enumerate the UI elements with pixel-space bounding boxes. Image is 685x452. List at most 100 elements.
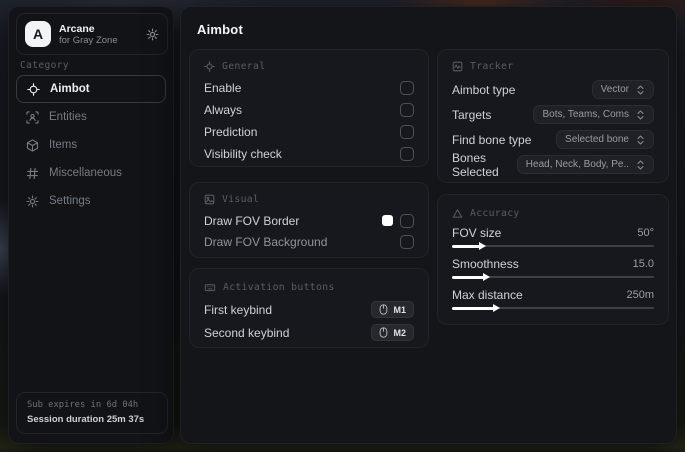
targets-dropdown[interactable]: Bots, Teams, Coms bbox=[533, 105, 654, 124]
setting-label: Second keybind bbox=[204, 325, 290, 340]
crosshair-icon bbox=[204, 60, 215, 72]
mouse-icon bbox=[379, 327, 388, 338]
sidebar-item-label: Settings bbox=[49, 195, 91, 207]
app-logo: A bbox=[25, 21, 51, 47]
sub-expires-text: Sub expires in 6d 04h bbox=[27, 400, 139, 410]
sidebar: A Arcane for Gray Zone Category Aimbot E… bbox=[8, 6, 174, 444]
section-title: General bbox=[222, 60, 266, 72]
draw-fov-border-checkbox[interactable] bbox=[400, 213, 414, 228]
sidebar-item-miscellaneous[interactable]: Miscellaneous bbox=[16, 159, 166, 187]
setting-label: Always bbox=[204, 103, 243, 117]
setting-label: Smoothness bbox=[452, 256, 519, 271]
setting-label: Aimbot type bbox=[452, 82, 516, 97]
section-title: Visual bbox=[222, 193, 260, 205]
setting-row: FOV size 50° bbox=[452, 224, 654, 252]
section-title: Tracker bbox=[470, 60, 514, 72]
app-header: A Arcane for Gray Zone bbox=[16, 13, 168, 55]
always-checkbox[interactable] bbox=[400, 103, 414, 117]
visibility-check-checkbox[interactable] bbox=[400, 147, 414, 161]
sidebar-item-items[interactable]: Items bbox=[16, 131, 166, 159]
dropdown-value: Selected bone bbox=[565, 134, 629, 145]
prediction-checkbox[interactable] bbox=[400, 125, 414, 139]
sidebar-item-aimbot[interactable]: Aimbot bbox=[16, 75, 166, 103]
cube-icon bbox=[26, 138, 39, 152]
accuracy-section: Accuracy FOV size 50° Smoothness 15.0 Ma… bbox=[437, 194, 669, 325]
smoothness-slider[interactable] bbox=[452, 272, 654, 283]
unfold-icon bbox=[636, 85, 645, 95]
setting-label: Targets bbox=[452, 107, 492, 122]
max-distance-slider[interactable] bbox=[452, 303, 654, 314]
slider-thumb[interactable] bbox=[452, 304, 501, 312]
setting-row: Second keybind M2 bbox=[204, 321, 414, 344]
sidebar-item-settings[interactable]: Settings bbox=[16, 187, 166, 215]
sidebar-item-label: Items bbox=[49, 139, 78, 151]
app-subtitle: for Gray Zone bbox=[59, 34, 118, 46]
keyboard-icon bbox=[204, 282, 216, 293]
keybind-value: M2 bbox=[393, 327, 406, 338]
setting-row: Draw FOV Background bbox=[204, 231, 414, 252]
setting-row: Draw FOV Border bbox=[204, 210, 414, 231]
setting-row: Visibility check bbox=[204, 143, 414, 165]
category-label: Category bbox=[20, 60, 69, 71]
slider-thumb[interactable] bbox=[452, 242, 487, 250]
sidebar-item-label: Miscellaneous bbox=[49, 167, 122, 179]
sidebar-item-entities[interactable]: Entities bbox=[16, 103, 166, 131]
setting-label: Max distance bbox=[452, 287, 523, 302]
second-keybind-button[interactable]: M2 bbox=[371, 324, 414, 341]
setting-row: Always bbox=[204, 99, 414, 121]
setting-row: Prediction bbox=[204, 121, 414, 143]
sidebar-item-label: Aimbot bbox=[50, 83, 90, 95]
max-distance-value: 250m bbox=[626, 288, 654, 301]
setting-row: Targets Bots, Teams, Coms bbox=[452, 102, 654, 127]
setting-row: Enable bbox=[204, 77, 414, 99]
gear-icon bbox=[26, 195, 39, 208]
tracker-section: Tracker Aimbot type Vector Targets Bots,… bbox=[437, 49, 669, 183]
setting-label: FOV size bbox=[452, 225, 502, 240]
page-title: Aimbot bbox=[197, 22, 243, 37]
unfold-icon bbox=[636, 110, 645, 120]
slider-thumb[interactable] bbox=[452, 273, 491, 281]
unfold-icon bbox=[636, 160, 645, 170]
enable-checkbox[interactable] bbox=[400, 81, 414, 95]
setting-label: First keybind bbox=[204, 302, 273, 317]
app-window: A Arcane for Gray Zone Category Aimbot E… bbox=[0, 0, 685, 452]
triangle-icon bbox=[452, 208, 463, 219]
main-panel: Aimbot General Enable Always Prediction … bbox=[180, 6, 677, 444]
fov-border-color-swatch[interactable] bbox=[382, 215, 393, 226]
setting-row: Smoothness 15.0 bbox=[452, 255, 654, 283]
sidebar-item-label: Entities bbox=[49, 111, 87, 123]
general-section: General Enable Always Prediction Visibil… bbox=[189, 49, 429, 167]
setting-label: Draw FOV Background bbox=[204, 234, 328, 249]
fov-size-slider[interactable] bbox=[452, 241, 654, 252]
setting-row: First keybind M1 bbox=[204, 298, 414, 321]
subscription-info: Sub expires in 6d 04h Session duration 2… bbox=[16, 392, 168, 434]
draw-fov-background-checkbox[interactable] bbox=[400, 234, 414, 249]
activation-buttons-section: Activation buttons First keybind M1 Seco… bbox=[189, 268, 429, 348]
sidebar-nav: Aimbot Entities Items Miscellaneous Sett… bbox=[16, 75, 166, 215]
unfold-icon bbox=[636, 135, 645, 145]
setting-label: Draw FOV Border bbox=[204, 213, 300, 228]
gear-icon[interactable] bbox=[146, 28, 159, 41]
dropdown-value: Bots, Teams, Coms bbox=[542, 109, 629, 120]
mouse-icon bbox=[379, 304, 388, 315]
setting-row: Bones Selected Head, Neck, Body, Pe.. bbox=[452, 150, 654, 179]
session-duration-text: Session duration 25m 37s bbox=[27, 414, 145, 425]
keybind-value: M1 bbox=[393, 304, 406, 315]
bones-selected-dropdown[interactable]: Head, Neck, Body, Pe.. bbox=[516, 155, 654, 174]
setting-row: Find bone type Selected bone bbox=[452, 127, 654, 152]
setting-label: Visibility check bbox=[204, 147, 282, 161]
setting-label: Find bone type bbox=[452, 132, 532, 147]
image-icon bbox=[204, 194, 215, 205]
crosshair-icon bbox=[27, 82, 40, 96]
section-title: Accuracy bbox=[470, 207, 520, 219]
setting-label: Bones Selected bbox=[452, 150, 499, 179]
first-keybind-button[interactable]: M1 bbox=[371, 301, 414, 318]
aimbot-type-dropdown[interactable]: Vector bbox=[591, 80, 654, 99]
app-name: Arcane bbox=[59, 22, 95, 35]
setting-row: Max distance 250m bbox=[452, 286, 654, 314]
tracker-icon bbox=[452, 61, 463, 72]
setting-label: Enable bbox=[204, 81, 242, 95]
fov-size-value: 50° bbox=[637, 226, 654, 239]
find-bone-type-dropdown[interactable]: Selected bone bbox=[556, 130, 654, 149]
smoothness-value: 15.0 bbox=[632, 257, 654, 270]
